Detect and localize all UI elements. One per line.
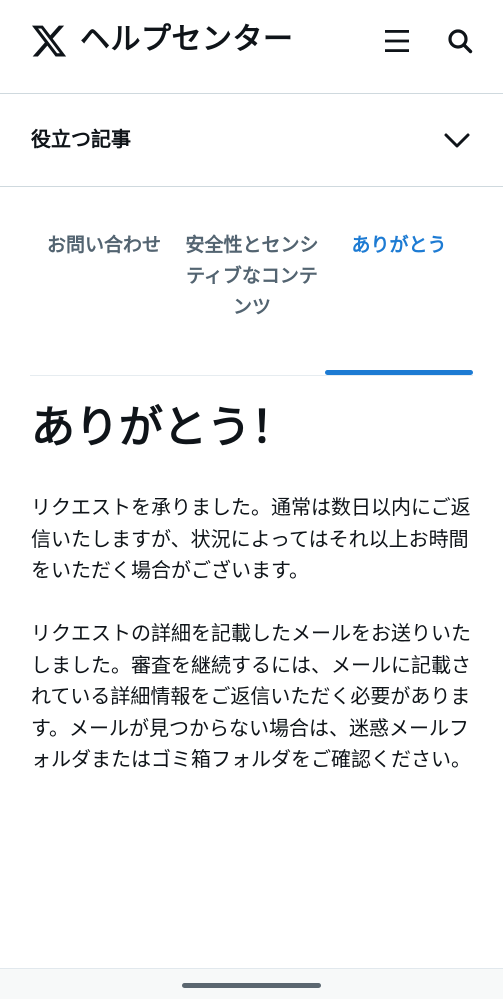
- system-navigation-bar: [0, 968, 503, 999]
- tab-contact[interactable]: お問い合わせ: [30, 230, 178, 261]
- hamburger-menu-icon: [385, 30, 409, 52]
- header: ヘルプセンター: [0, 0, 503, 94]
- email-instructions-paragraph: リクエストの詳細を記載したメールをお送りいたしました。審査を継続するには、メール…: [31, 621, 471, 771]
- tab-safety-sensitive-content[interactable]: 安全性とセンシティブなコンテンツ: [178, 230, 326, 323]
- tab-bar: お問い合わせ 安全性とセンシティブなコンテンツ ありがとう: [30, 218, 473, 376]
- help-center-page: ヘルプセンター 役立つ記事 お問い合わせ 安全性とセンシティブなコンテンツ あり…: [0, 0, 503, 999]
- x-logo-icon[interactable]: [30, 22, 68, 60]
- active-tab-indicator: [325, 370, 473, 375]
- tab-thank-you[interactable]: ありがとう: [325, 230, 473, 261]
- main-heading: ありがとう！: [31, 402, 295, 453]
- menu-button[interactable]: [382, 26, 412, 56]
- chevron-down-icon: [444, 133, 470, 148]
- home-indicator[interactable]: [182, 983, 321, 988]
- page-title: ヘルプセンター: [80, 22, 294, 57]
- search-icon: [448, 29, 473, 54]
- confirmation-paragraph: リクエストを承りました。通常は数日以内にご返信いたしますが、状況によってはそれ以…: [31, 495, 471, 582]
- helpful-articles-accordion[interactable]: 役立つ記事: [0, 94, 503, 187]
- search-button[interactable]: [445, 26, 475, 56]
- accordion-label: 役立つ記事: [31, 127, 131, 151]
